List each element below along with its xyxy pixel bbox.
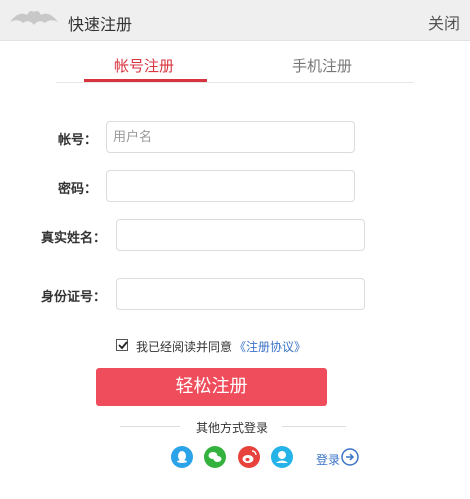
active-tab-indicator — [84, 79, 207, 82]
register-button[interactable]: 轻松注册 — [96, 368, 327, 406]
agreement-link[interactable]: 《注册协议》 — [234, 338, 306, 355]
arrow-right-circle-icon[interactable] — [341, 448, 359, 466]
tab-bar: 帐号注册 手机注册 — [56, 44, 414, 83]
checkmark-icon — [118, 341, 128, 350]
agreement-text: 我已经阅读并同意 — [136, 340, 233, 354]
realname-input[interactable] — [116, 219, 365, 251]
divider-right — [282, 426, 346, 427]
tab-phone-register[interactable]: 手机注册 — [292, 55, 352, 76]
tab-account-register[interactable]: 帐号注册 — [114, 55, 174, 76]
wechat-icon[interactable] — [204, 446, 226, 468]
login-link[interactable]: 登录 — [316, 451, 340, 468]
other-login-title: 其他方式登录 — [196, 421, 269, 435]
qq-icon[interactable] — [171, 446, 193, 468]
password-input[interactable] — [106, 170, 355, 202]
weibo-icon[interactable] — [238, 446, 260, 468]
dialog-title: 快速注册 — [68, 15, 133, 34]
divider-left — [120, 426, 180, 427]
account-input[interactable] — [106, 121, 355, 153]
bat-logo-icon — [8, 6, 60, 34]
idcard-input[interactable] — [116, 278, 365, 310]
dialog-header: 快速注册 关闭 — [0, 0, 470, 41]
password-label: 密码： — [58, 182, 98, 197]
close-button[interactable]: 关闭 — [428, 10, 460, 34]
qzone-icon[interactable] — [271, 446, 293, 468]
account-label: 帐号： — [58, 133, 98, 148]
agreement-checkbox[interactable] — [116, 339, 128, 351]
realname-label: 真实姓名： — [41, 231, 107, 246]
idcard-label: 身份证号： — [41, 290, 107, 305]
